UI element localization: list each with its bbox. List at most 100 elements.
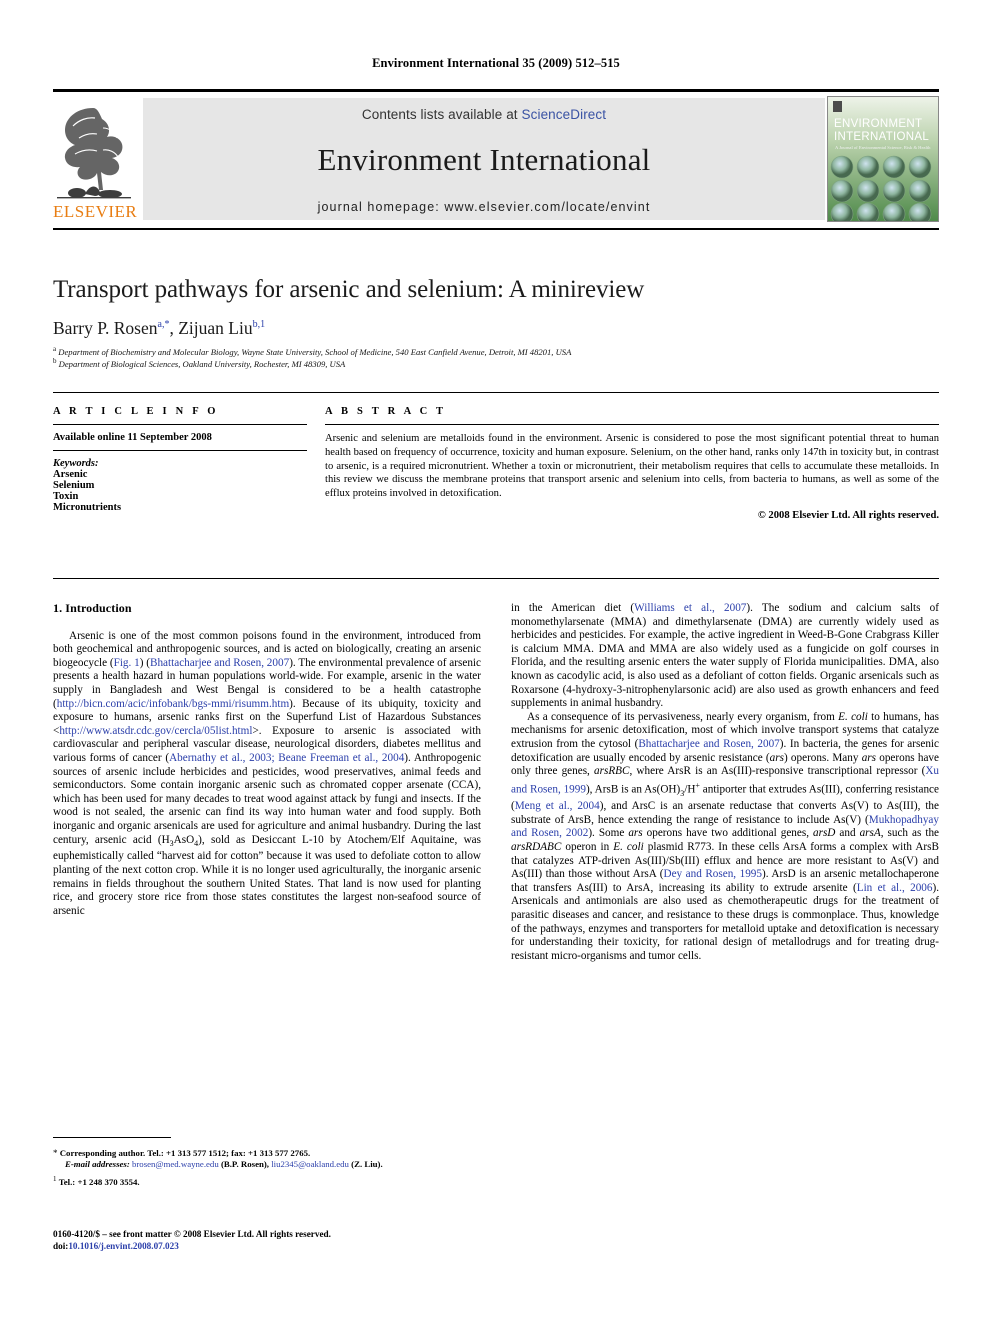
citation-link[interactable]: Bhattacharjee and Rosen, 2007 <box>638 738 779 750</box>
external-url-link[interactable]: http://www.atsdr.cdc.gov/cercla/05list.h… <box>59 725 252 737</box>
page-title: Transport pathways for arsenic and selen… <box>53 276 645 303</box>
masthead-bottom-rule <box>53 228 939 230</box>
footnote-corresponding-author: * Corresponding author. Tel.: +1 313 577… <box>53 1148 483 1159</box>
svg-text:ENVIRONMENT: ENVIRONMENT <box>834 118 922 130</box>
keyword-item: Micronutrients <box>53 502 122 513</box>
text-run: operon in <box>561 841 614 854</box>
cover-artwork: ENVIRONMENT INTERNATIONAL A Journal of E… <box>828 97 938 221</box>
abstract-column: A B S T R A C T Arsenic and selenium are… <box>325 406 939 521</box>
paragraph-intro-2: As a consequence of its pervasiveness, n… <box>511 711 939 964</box>
svg-text:INTERNATIONAL: INTERNATIONAL <box>834 131 929 143</box>
footnote-1-mark: 1 <box>53 1174 57 1183</box>
keyword-item: Toxin <box>53 491 79 502</box>
affiliation-a: a Department of Biochemistry and Molecul… <box>53 345 943 357</box>
journal-title: Environment International <box>317 142 651 177</box>
text-run: , where ArsR is an As(III)-responsive tr… <box>629 765 926 778</box>
text-run: ). Some <box>588 827 629 840</box>
email-link-liu[interactable]: liu2345@oakland.edu <box>271 1159 349 1169</box>
author-1: Barry P. Rosen <box>53 318 158 338</box>
elsevier-logo: ELSEVIER <box>53 96 138 224</box>
section-heading-introduction: 1. Introduction <box>53 601 132 615</box>
article-first-page: Environment International 35 (2009) 512–… <box>0 0 992 1323</box>
author-list: Barry P. Rosena,*, Zijuan Liub,1 <box>53 318 943 339</box>
citation-link[interactable]: Abernathy et al., 2003; Beane Freeman et… <box>169 752 404 764</box>
footnote-corresponding-text: Corresponding author. Tel.: +1 313 577 1… <box>59 1148 311 1158</box>
text-run: ). The sodium and calcium salts of monom… <box>511 602 939 710</box>
contents-available-line: Contents lists available at ScienceDirec… <box>362 107 606 122</box>
footnote-emails: E-mail addresses: brosen@med.wayne.edu (… <box>53 1159 483 1170</box>
abstract-heading: A B S T R A C T <box>325 406 447 417</box>
affiliation-b: b Department of Biological Sciences, Oak… <box>53 357 943 369</box>
imprint-block: 0160-4120/$ – see front matter © 2008 El… <box>53 1228 483 1253</box>
gene-name: arsRBC <box>594 765 630 778</box>
affiliation-b-text: Department of Biological Sciences, Oakla… <box>58 358 346 369</box>
author-2: Zijuan Liu <box>178 318 253 338</box>
text-run: /H <box>684 783 696 796</box>
paragraph-intro-1-cont: in the American diet (Williams et al., 2… <box>511 602 939 711</box>
text-run: and <box>835 827 860 840</box>
email-link-rosen[interactable]: brosen@med.wayne.edu <box>132 1159 219 1169</box>
journal-cover-thumbnail: ENVIRONMENT INTERNATIONAL A Journal of E… <box>827 96 939 222</box>
text-run: ), ArsB is an As(OH) <box>585 783 681 796</box>
email-addresses-label: E-mail addresses: <box>65 1159 130 1170</box>
footnotes-block: * Corresponding author. Tel.: +1 313 577… <box>53 1148 483 1188</box>
contents-available-label: Contents lists available at <box>361 107 522 122</box>
email-attr-rosen: (B.P. Rosen), <box>220 1159 269 1170</box>
text-run: , such as the <box>880 827 940 840</box>
body-column-left: 1. Introduction Arsenic is one of the mo… <box>53 601 481 919</box>
article-info-column: A R T I C L E I N F O Available online 1… <box>53 406 307 513</box>
elsevier-wordmark: ELSEVIER <box>53 202 138 221</box>
citation-link[interactable]: Williams et al., 2007 <box>634 602 746 614</box>
author-separator: , <box>169 318 179 338</box>
abstract-divider <box>325 424 939 425</box>
sciencedirect-link[interactable]: ScienceDirect <box>522 107 607 122</box>
top-rule <box>53 89 939 92</box>
citation-link[interactable]: Lin et al., 2006 <box>857 882 933 894</box>
external-url-link[interactable]: http://bicn.com/acic/infobank/bgs-mmi/ri… <box>57 698 289 710</box>
body-column-right: in the American diet (Williams et al., 2… <box>511 602 939 963</box>
text-run: AsO <box>173 833 195 846</box>
info-band-bottom-rule <box>53 578 939 579</box>
footnote-1: 1 Tel.: +1 248 370 3554. <box>53 1174 483 1188</box>
elsevier-tree-icon <box>57 108 131 199</box>
text-run: operons have two additional genes, <box>642 827 813 840</box>
species-name: E. coli <box>838 710 868 723</box>
journal-masthead: ELSEVIER Contents lists available at Sci… <box>53 96 939 224</box>
keyword-item: Arsenic <box>53 469 88 480</box>
text-run: As a consequence of its pervasiveness, n… <box>527 710 839 723</box>
info-band-top-rule <box>53 392 939 393</box>
footnote-1-text: Tel.: +1 248 370 3554. <box>58 1176 140 1187</box>
gene-name: arsRDABC <box>511 841 562 854</box>
citation-link[interactable]: Dey and Rosen, 1995 <box>663 868 762 880</box>
text-run: ) ( <box>139 656 150 669</box>
journal-homepage[interactable]: journal homepage: www.elsevier.com/locat… <box>318 200 651 214</box>
email-attr-liu: (Z. Liu). <box>351 1159 383 1170</box>
info-divider-2 <box>53 450 307 451</box>
citation-link[interactable]: Meng et al., 2004 <box>515 800 600 812</box>
abstract-text: Arsenic and selenium are metalloids foun… <box>325 433 939 500</box>
doi-link[interactable]: 10.1016/j.envint.2008.07.023 <box>68 1241 179 1251</box>
citation-link[interactable]: Bhattacharjee and Rosen, 2007 <box>150 657 289 669</box>
author-1-affil-mark[interactable]: a,* <box>158 319 170 330</box>
affiliation-a-text: Department of Biochemistry and Molecular… <box>58 346 572 357</box>
article-info-heading: A R T I C L E I N F O <box>53 406 219 417</box>
footnote-rule <box>53 1137 171 1138</box>
keyword-item: Selenium <box>53 480 95 491</box>
figure-1-link[interactable]: Fig. 1 <box>114 657 140 669</box>
running-head: Environment International 35 (2009) 512–… <box>372 56 620 70</box>
affiliation-a-mark: a <box>53 345 57 353</box>
author-2-affil-mark[interactable]: b,1 <box>253 319 266 330</box>
footnote-star-mark: * <box>53 1148 58 1158</box>
gene-name: arsA <box>859 827 881 840</box>
paragraph-intro-1: Arsenic is one of the most common poison… <box>53 630 481 919</box>
species-name: E. coli <box>613 841 644 854</box>
gene-name: ars <box>769 751 784 764</box>
text-run: ). Anthropogenic sources of arsenic incl… <box>53 751 482 846</box>
gene-name: arsD <box>813 827 836 840</box>
available-online: Available online 11 September 2008 <box>53 432 212 443</box>
abstract-copyright: © 2008 Elsevier Ltd. All rights reserved… <box>757 509 939 521</box>
text-run: ) operons. Many <box>783 751 862 764</box>
gene-name: ars <box>861 751 876 764</box>
doi-line: doi:10.1016/j.envint.2008.07.023 <box>53 1240 483 1252</box>
info-divider-1 <box>53 424 307 425</box>
